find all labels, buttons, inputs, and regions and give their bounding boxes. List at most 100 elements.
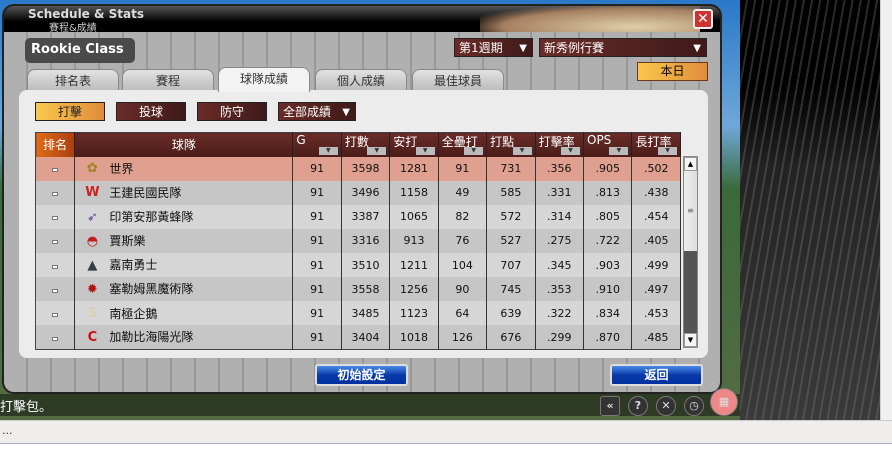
rank-marker [52,168,59,173]
stat-cell-slg: .497 [631,277,681,302]
stat-cell-slg: .438 [631,180,681,205]
page-scrollbar[interactable] [880,0,892,420]
stat-cell-h: 1065 [389,204,439,229]
stat-cell-g: 91 [292,325,342,350]
tab-team-stats[interactable]: 球隊成績 [218,67,310,92]
column-header[interactable]: 打數 ▼ [341,132,391,157]
mute-icon[interactable]: ✕ [656,396,676,416]
team-stats-table: 排名 球隊 G ▼ 打數 ▼ 安打 ▼ 全壘打 ▼ 打點 ▼ 打擊率 ▼ OPS ▼ 長打率 ▼ ✿ 世界 91 359… [35,132,681,350]
period-dropdown[interactable]: 第1週期 ▼ [454,38,533,57]
table-row[interactable]: ▲ 嘉南勇士 91 3510 1211 104 707.345.903.499 [35,253,681,278]
stat-cell-ops: .834 [583,301,633,326]
team-name: 塞勒姆黑魔術隊 [109,282,194,297]
pitching-button[interactable]: 投球 [116,102,186,121]
team-name: 世界 [109,161,134,176]
table-row[interactable]: ➶ 印第安那黃蜂隊 91 3387 1065 82 572.314.805.454 [35,204,681,229]
team-logo-icon: ✿ [86,161,98,177]
column-header[interactable]: OPS ▼ [583,132,633,157]
stat-cell-avg: .331 [535,180,585,205]
stat-cell-ops: .903 [583,253,633,278]
season-dropdown[interactable]: 新秀例行賽 ▼ [539,38,707,57]
team-cell: C 加勒比海陽光隊 [74,325,294,350]
stat-cell-h: 1211 [389,253,439,278]
column-header-label: 安打 [393,135,418,149]
sort-icon[interactable]: ▼ [367,146,387,155]
status-text: ... [2,424,13,437]
stat-cell-slg: .502 [631,156,681,181]
table-row[interactable]: S 南極企鵝 91 3485 1123 64 639.322.834.453 [35,301,681,326]
chevron-down-icon: ▼ [342,107,350,118]
table-row[interactable]: ✹ 塞勒姆黑魔術隊 91 3558 1256 90 745.353.910.497 [35,277,681,302]
status-bar [0,420,892,444]
column-header[interactable]: G ▼ [292,132,342,157]
column-header[interactable]: 打點 ▼ [486,132,536,157]
table-scrollbar[interactable]: ▲ ≡ ▼ [683,156,698,348]
rank-marker [52,264,59,269]
help-icon[interactable]: ? [628,396,648,416]
column-header-label: 排名 [43,138,68,153]
tab-player-stats[interactable]: 個人成績 [315,69,407,91]
team-cell: ✹ 塞勒姆黑魔術隊 [74,277,294,302]
tab-schedule[interactable]: 賽程 [122,69,214,91]
baseball-decoration [480,6,700,32]
table-row[interactable]: ◓ 賈斯樂 91 3316 913 76 527.275.722.405 [35,228,681,253]
table-row[interactable]: C 加勒比海陽光隊 91 3404 1018 126 676.299.870.485 [35,325,681,350]
rank-cell [35,301,76,326]
sort-icon[interactable]: ▼ [561,146,580,155]
chevron-down-icon: ▼ [519,43,527,54]
team-cell: ➶ 印第安那黃蜂隊 [74,204,294,229]
stat-cell-rbi: 527 [486,228,536,253]
column-header-label: 打數 [344,135,369,149]
sort-icon[interactable]: ▼ [609,146,629,155]
reset-button[interactable]: 初始設定 [315,364,408,386]
clock-icon[interactable]: ◷ [684,396,704,416]
chat-icon[interactable]: ▦ [710,388,738,416]
rank-marker [52,288,59,293]
stat-cell-ab: 3510 [341,253,391,278]
stat-cell-h: 1018 [389,325,439,350]
stat-cell-g: 91 [292,180,342,205]
stats-panel: 打擊 投球 防守 全部成績 ▼ 排名 球隊 G ▼ 打數 ▼ 安打 ▼ 全壘打 ▼ 打點 ▼ 打擊率 ▼ OP… [19,90,708,358]
sort-icon[interactable]: ▼ [415,146,435,155]
sort-icon[interactable]: ▼ [658,146,677,155]
stat-cell-hr: 90 [438,277,488,302]
rank-cell [35,156,76,181]
stat-cell-rbi: 639 [486,301,536,326]
column-header[interactable]: 打擊率 ▼ [535,132,585,157]
sort-icon[interactable]: ▼ [464,146,484,155]
team-name: 賈斯樂 [109,234,146,249]
tab-standings[interactable]: 排名表 [27,69,119,91]
column-header-label: OPS [587,133,612,147]
stat-cell-ops: .905 [583,156,633,181]
team-name: 嘉南勇士 [109,258,158,273]
close-button[interactable]: ✕ [693,9,713,29]
table-row[interactable]: ✿ 世界 91 3598 1281 91 731.356.905.502 [35,156,681,181]
rank-cell [35,277,76,302]
scroll-thumb[interactable]: ≡ [684,171,697,251]
collapse-icon[interactable]: « [600,396,620,416]
back-button[interactable]: 返回 [610,364,703,386]
column-header[interactable]: 安打 ▼ [389,132,439,157]
today-button[interactable]: 本日 [637,62,708,81]
stat-cell-g: 91 [292,228,342,253]
column-header[interactable]: 全壘打 ▼ [438,132,488,157]
fielding-button[interactable]: 防守 [197,102,267,121]
column-header-label: 打點 [490,135,515,149]
batting-button[interactable]: 打擊 [35,102,105,121]
stat-cell-ops: .870 [583,325,633,350]
sort-icon[interactable]: ▼ [318,146,338,155]
stat-cell-hr: 91 [438,156,488,181]
table-row[interactable]: W 王建民國民隊 91 3496 1158 49 585.331.813.438 [35,180,681,205]
scroll-track[interactable] [684,251,697,333]
sort-icon[interactable]: ▼ [512,146,532,155]
team-logo-icon: ➶ [86,209,98,225]
stat-cell-h: 1281 [389,156,439,181]
tab-best-players[interactable]: 最佳球員 [412,69,504,91]
stat-cell-avg: .353 [535,277,585,302]
scroll-up-button[interactable]: ▲ [684,157,697,171]
stat-cell-rbi: 676 [486,325,536,350]
scroll-down-button[interactable]: ▼ [684,333,697,347]
scope-dropdown[interactable]: 全部成績 ▼ [278,102,356,121]
rank-cell [35,180,76,205]
column-header[interactable]: 長打率 ▼ [631,132,681,157]
